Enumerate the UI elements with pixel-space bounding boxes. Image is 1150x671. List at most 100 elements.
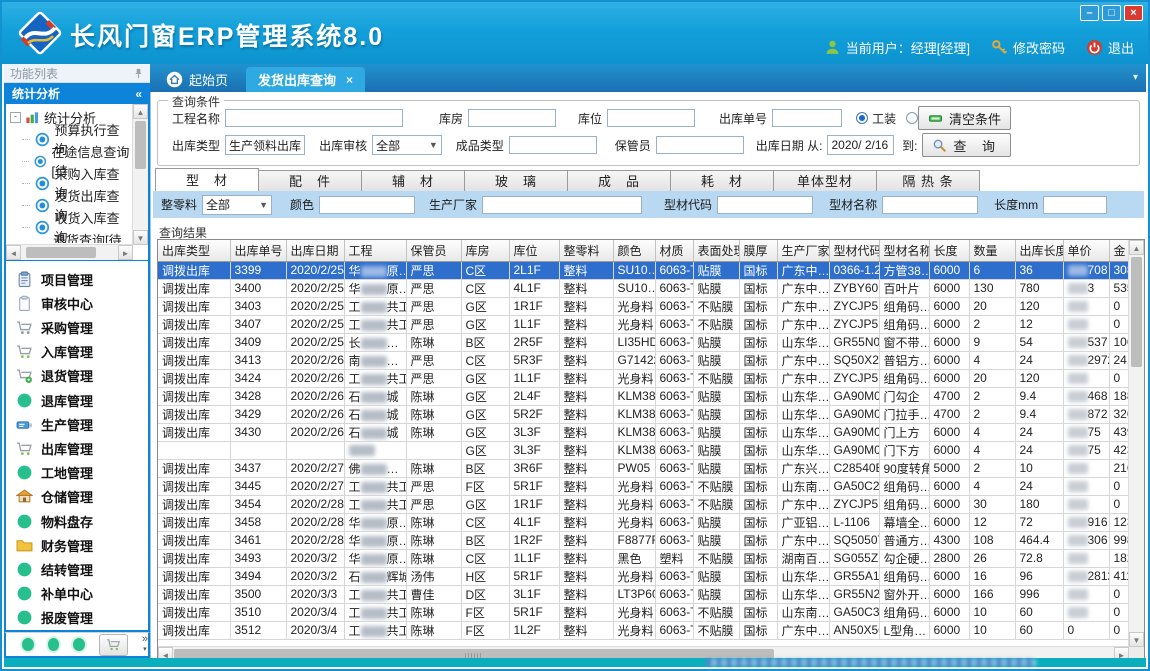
out-type-select[interactable]: 生产领料出库▼ <box>225 135 305 155</box>
logout[interactable]: 退出 <box>1086 38 1134 57</box>
warehouse-input[interactable] <box>468 109 556 127</box>
tree-item[interactable]: 退货查询[待定] <box>8 238 131 243</box>
sidebar-menu-item[interactable]: 补单中心 <box>16 582 148 606</box>
table-row[interactable]: 调拨出库35102020/3/4工共工程陈琳F区5R1F整料光身料6063-T5… <box>158 603 1129 621</box>
profile-code-input[interactable] <box>717 196 813 214</box>
sidebar-menu-item[interactable]: 审核中心 <box>16 291 148 315</box>
minimize-button[interactable]: – <box>1080 5 1099 21</box>
table-row[interactable]: 调拨出库34372020/2/27佛…陈琳B区3R6F整料PW056063-T5… <box>158 459 1129 477</box>
close-button[interactable]: × <box>1124 5 1143 21</box>
tree-vertical-scrollbar[interactable]: ▲ ▼ <box>132 104 148 245</box>
location-input[interactable] <box>607 109 695 127</box>
column-header[interactable]: 出库类型 <box>158 240 230 261</box>
material-tab[interactable]: 成 品 <box>567 170 671 191</box>
table-row[interactable]: 调拨出库34452020/2/27工共工程严思F区5R1F整料光身料6063-T… <box>158 477 1129 495</box>
length-input[interactable] <box>1043 196 1107 214</box>
table-row[interactable]: 调拨出库34932020/3/2华原…陈琳C区1L1F整料黑色塑料不贴膜国标湖南… <box>158 549 1129 567</box>
sidebar-menu-item[interactable]: 入库管理 <box>16 340 148 364</box>
material-tab[interactable]: 单体型材 <box>773 170 877 191</box>
change-password[interactable]: 修改密码 <box>991 38 1065 57</box>
material-tab[interactable]: 隔 热 条 <box>876 170 980 191</box>
module-cart-button[interactable] <box>99 634 128 656</box>
sidebar-menu-item[interactable]: 物料盘存 <box>16 509 148 533</box>
sidebar-overflow-button[interactable]: » ▾ <box>142 635 148 654</box>
column-header[interactable]: 型材名称 <box>879 240 929 261</box>
table-row[interactable]: 调拨出库35002020/3/3工共工程曹佳D区3L1F整料LT3P606063… <box>158 585 1129 603</box>
manufacturer-input[interactable] <box>482 196 642 214</box>
tab-shipping-out-query[interactable]: 发货出库查询 × <box>246 67 365 92</box>
clear-conditions-button[interactable]: 清空条件 <box>918 106 1011 130</box>
sidebar-menu-item[interactable]: 报废管理 <box>16 606 148 630</box>
sidebar-menu-item[interactable]: 退库管理 <box>16 388 148 412</box>
scroll-right-icon[interactable]: ► <box>118 245 133 260</box>
date-from-picker[interactable]: 2020/ 2/16▼ <box>827 135 894 155</box>
column-header[interactable]: 库房 <box>461 240 509 261</box>
out-no-input[interactable] <box>772 109 842 127</box>
module-dot-icon[interactable] <box>73 638 85 651</box>
tab-list-arrow-icon[interactable]: ▾ <box>1133 72 1138 83</box>
column-header[interactable]: 整零料 <box>559 240 613 261</box>
search-button[interactable]: 查 询 <box>922 133 1011 157</box>
scroll-up-icon[interactable]: ▲ <box>133 104 148 119</box>
table-row[interactable]: 调拨出库34942020/3/2石辉城汤伟H区5R1F整料光身料6063-T5贴… <box>158 567 1129 585</box>
whole-piece-select[interactable]: 全部▼ <box>202 195 272 215</box>
table-row[interactable]: 调拨出库34002020/2/25华原…严思C区4L1F整料SU10…6063-… <box>158 279 1129 297</box>
sidebar-menu-item[interactable]: 采购管理 <box>16 315 148 339</box>
module-dot-icon[interactable] <box>22 638 34 651</box>
table-row[interactable]: 调拨出库34072020/2/25工共工程严思G区1L1F整料光身料6063-T… <box>158 315 1129 333</box>
maximize-button[interactable]: □ <box>1102 5 1121 21</box>
out-audit-select[interactable]: 全部▼ <box>372 135 442 155</box>
column-header[interactable]: 库位 <box>509 240 559 261</box>
table-row[interactable]: 调拨出库34092020/2/25长…陈琳B区2R5F整料LI35HD6063-… <box>158 333 1129 351</box>
pin-icon[interactable] <box>133 68 144 79</box>
column-header[interactable]: 数量 <box>969 240 1015 261</box>
table-row[interactable]: G区3L3F整料KLM38176063-T5贴膜国标山东华…GA90M09.门下… <box>158 441 1129 459</box>
column-header[interactable]: 出库长度 <box>1015 240 1063 261</box>
column-header[interactable]: 颜色 <box>613 240 655 261</box>
color-input[interactable] <box>319 196 415 214</box>
material-tab[interactable]: 配 件 <box>258 170 362 191</box>
table-row[interactable]: 调拨出库33992020/2/25华原…严思C区2L1F整料SU10…6063-… <box>158 261 1129 279</box>
sidebar-menu-item[interactable]: 生产管理 <box>16 412 148 436</box>
sidebar-menu-item[interactable]: 工地管理 <box>16 461 148 485</box>
table-row[interactable]: 调拨出库34132020/2/26南…严思C区5R3F整料G714226063-… <box>158 351 1129 369</box>
column-header[interactable]: 表面处理 <box>693 240 739 261</box>
sidebar-menu-item[interactable]: 财务管理 <box>16 533 148 557</box>
material-tab[interactable]: 玻 璃 <box>464 170 568 191</box>
material-tab[interactable]: 辅 材 <box>361 170 465 191</box>
tree-expander-icon[interactable]: - <box>10 112 21 123</box>
table-row[interactable]: 调拨出库34582020/2/28华原…陈琳C区4L1F整料光身料6063-T5… <box>158 513 1129 531</box>
column-header[interactable]: 金 <box>1109 240 1129 261</box>
table-row[interactable]: 调拨出库34242020/2/26工共工程严思G区1L1F整料光身料6063-T… <box>158 369 1129 387</box>
table-row[interactable]: 调拨出库34302020/2/26石城陈琳G区3L3F整料KLM38176063… <box>158 423 1129 441</box>
module-dot-icon[interactable] <box>48 638 60 651</box>
column-header[interactable]: 膜厚 <box>739 240 777 261</box>
table-row[interactable]: 调拨出库35122020/3/4工共工程陈琳F区1L2F整料光身料6063-T5… <box>158 621 1129 639</box>
column-header[interactable]: 长度 <box>929 240 969 261</box>
column-header[interactable]: 材质 <box>655 240 693 261</box>
radio-work-install[interactable]: 工装 <box>856 110 896 127</box>
table-row[interactable]: 调拨出库34612020/2/28华原…陈琳B区1R2F整料F8877FT606… <box>158 531 1129 549</box>
column-header[interactable]: 工程 <box>344 240 406 261</box>
column-header[interactable]: 出库日期 <box>286 240 344 261</box>
sidebar-menu-item[interactable]: 项目管理 <box>16 267 148 291</box>
scroll-left-icon[interactable]: ◄ <box>6 245 21 260</box>
column-header[interactable]: 生产厂家 <box>777 240 829 261</box>
column-header[interactable]: 单价 <box>1063 240 1109 261</box>
scroll-down-icon[interactable]: ▼ <box>1129 632 1144 647</box>
sidebar-menu-item[interactable]: 退货管理 <box>16 364 148 388</box>
table-row[interactable]: 调拨出库34032020/2/25工共工程严思G区1R1F整料光身料6063-T… <box>158 297 1129 315</box>
tab-close-icon[interactable]: × <box>346 73 353 87</box>
column-header[interactable]: 型材代码 <box>829 240 879 261</box>
column-header[interactable]: 保管员 <box>406 240 461 261</box>
material-tab[interactable]: 耗 材 <box>670 170 774 191</box>
project-name-input[interactable] <box>225 109 403 127</box>
tree-horizontal-scrollbar[interactable]: ◄ ► <box>6 244 133 260</box>
profile-name-input[interactable] <box>882 196 978 214</box>
sidebar-section-header[interactable]: 统计分析 « <box>4 83 150 104</box>
product-type-input[interactable] <box>509 136 597 154</box>
table-row[interactable]: 调拨出库34282020/2/26石城陈琳G区2L4F整料KLM38176063… <box>158 387 1129 405</box>
sidebar-menu-item[interactable]: 仓储管理 <box>16 485 148 509</box>
scroll-down-icon[interactable]: ▼ <box>133 230 148 245</box>
material-tab[interactable]: 型 材 <box>155 168 259 191</box>
